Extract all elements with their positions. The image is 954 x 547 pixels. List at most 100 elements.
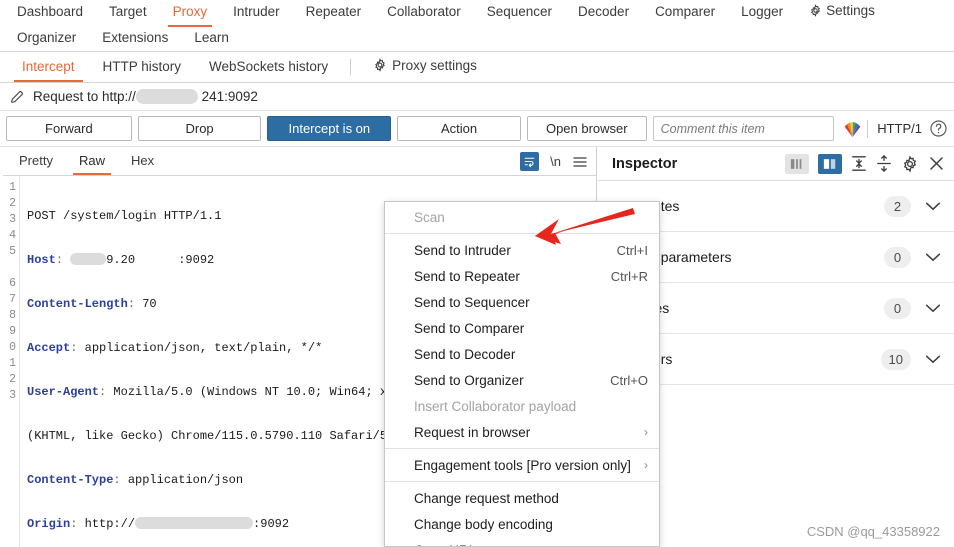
menu-item-send-to-decoder[interactable]: Send to Decoder	[385, 341, 659, 367]
main-tab-target[interactable]: Target	[96, 0, 160, 26]
main-tab-repeater[interactable]: Repeater	[293, 0, 375, 26]
layout-split-panel-icon[interactable]	[818, 153, 842, 174]
main-tab-label: Sequencer	[486, 4, 553, 19]
menu-item-copy-url[interactable]: Copy URL	[385, 537, 659, 547]
redacted-host	[135, 89, 198, 105]
menu-item-scan: Scan	[414, 209, 445, 225]
hamburger-menu-icon[interactable]	[572, 155, 588, 169]
main-tab-comparer[interactable]: Comparer	[642, 0, 728, 26]
inspector-tool-buttons	[785, 153, 945, 174]
rainbow-fan-icon[interactable]	[842, 119, 863, 138]
proxy-sub-tab-bar: Intercept HTTP history WebSockets histor…	[0, 52, 954, 83]
main-tab-label: Collaborator	[387, 4, 461, 19]
main-tab-settings[interactable]: Settings	[796, 0, 888, 27]
open-browser-button[interactable]: Open browser	[526, 116, 647, 141]
forward-button[interactable]: Forward	[6, 116, 132, 141]
inspector-row-count: 0	[884, 297, 911, 319]
main-tab-dashboard[interactable]: Dashboard	[4, 0, 96, 26]
menu-item-request-in-browser[interactable]: Request in browser ›	[385, 419, 659, 445]
layout-side-panel-icon[interactable]	[785, 153, 809, 174]
inspector-row-count: 10	[880, 348, 911, 370]
menu-item-send-to-comparer[interactable]: Send to Comparer	[385, 315, 659, 341]
main-tab-label: Comparer	[655, 4, 716, 19]
newline-glyph-icon[interactable]: \n	[550, 154, 561, 169]
main-tab-intruder[interactable]: Intruder	[220, 0, 293, 26]
collapse-all-icon[interactable]	[851, 155, 867, 172]
editor-tool-icons: \n	[520, 147, 588, 176]
help-circle-icon[interactable]	[929, 119, 948, 138]
menu-item-change-request-method[interactable]: Change request method	[385, 485, 659, 511]
inspector-title: Inspector	[612, 155, 678, 172]
redacted-origin	[135, 517, 254, 529]
main-tab-label: Dashboard	[17, 4, 84, 19]
menu-item-change-body-encoding[interactable]: Change body encoding	[385, 511, 659, 537]
pencil-icon	[9, 89, 25, 105]
burp-suite-window: Dashboard Target Proxy Intruder Repeater…	[0, 0, 954, 547]
editor-tab-raw[interactable]: Raw	[66, 149, 118, 175]
menu-item-send-to-repeater[interactable]: Send to Repeater Ctrl+R	[385, 263, 659, 289]
sub-tab-label: WebSockets history	[209, 58, 329, 74]
toolbar-divider	[867, 119, 869, 138]
sub-tab-websockets-history[interactable]: WebSockets history	[195, 54, 342, 81]
main-tab-label: Proxy	[172, 4, 208, 19]
intercept-toolbar: Forward Drop Intercept is on Action Open…	[0, 111, 954, 147]
menu-item-send-to-sequencer[interactable]: Send to Sequencer	[385, 289, 659, 315]
close-icon[interactable]	[928, 155, 945, 172]
main-tab-collaborator[interactable]: Collaborator	[374, 0, 474, 26]
editor-tab-hex[interactable]: Hex	[118, 149, 167, 174]
menu-item-insert-collaborator-payload: Insert Collaborator payload	[414, 398, 577, 414]
comment-input[interactable]	[652, 116, 835, 141]
gear-icon	[809, 4, 822, 22]
main-tab-learn[interactable]: Learn	[181, 26, 242, 52]
menu-separator	[385, 481, 659, 482]
drop-button[interactable]: Drop	[137, 116, 262, 141]
inspector-row-count: 2	[884, 195, 911, 217]
main-tab-row-1: Dashboard Target Proxy Intruder Repeater…	[0, 0, 954, 27]
sub-tab-divider	[350, 59, 352, 75]
main-tab-label: Decoder	[578, 4, 630, 19]
redacted-ip-part	[70, 253, 107, 265]
request-title-suffix: 241:9092	[201, 88, 258, 104]
menu-separator	[385, 448, 659, 449]
main-tab-label: Settings	[826, 3, 875, 18]
chevron-down-icon[interactable]	[924, 353, 942, 365]
sub-tab-intercept[interactable]: Intercept	[8, 54, 89, 82]
main-tab-logger[interactable]: Logger	[728, 0, 796, 26]
chevron-down-icon[interactable]	[924, 251, 942, 263]
intercept-toggle-button[interactable]: Intercept is on	[267, 116, 392, 141]
line-number-gutter: 1 2 3 4 5 6 7 8 9 0 1 2 3	[0, 176, 20, 547]
sub-tab-label: Proxy settings	[392, 57, 477, 73]
gear-icon[interactable]	[901, 154, 919, 173]
menu-item-send-to-intruder[interactable]: Send to Intruder Ctrl+I	[385, 237, 659, 263]
action-button[interactable]: Action	[397, 116, 521, 141]
menu-item-engagement-tools[interactable]: Engagement tools [Pro version only] ›	[385, 452, 659, 478]
main-tab-label: Target	[109, 4, 147, 19]
editor-view-tabs: Pretty Raw Hex \n	[0, 147, 596, 176]
main-tab-sequencer[interactable]: Sequencer	[474, 0, 565, 26]
main-tab-label: Extensions	[102, 30, 169, 45]
expand-all-icon[interactable]	[876, 155, 892, 172]
menu-separator	[385, 233, 659, 234]
gear-icon	[373, 57, 387, 75]
watermark-text: CSDN @qq_43358922	[806, 524, 940, 539]
main-tab-extensions[interactable]: Extensions	[89, 26, 181, 52]
editor-tab-label: Pretty	[19, 152, 53, 168]
main-tab-row-2: Organizer Extensions Learn	[0, 26, 954, 52]
chevron-down-icon[interactable]	[924, 200, 942, 212]
left-edge-strip	[0, 147, 3, 547]
editor-tab-label: Raw	[78, 152, 105, 168]
inspector-row-count: 0	[884, 246, 911, 268]
sub-tab-http-history[interactable]: HTTP history	[89, 54, 196, 81]
context-menu[interactable]: Scan Send to Intruder Ctrl+I Send to Repe…	[384, 201, 660, 547]
editor-tab-pretty[interactable]: Pretty	[6, 149, 66, 174]
request-title-prefix: Request to http://	[33, 88, 136, 104]
word-wrap-icon[interactable]	[520, 152, 540, 171]
inspector-header: Inspector	[598, 147, 954, 181]
menu-item-send-to-organizer[interactable]: Send to Organizer Ctrl+O	[385, 367, 659, 393]
main-tab-label: Logger	[741, 4, 784, 19]
chevron-down-icon[interactable]	[924, 302, 942, 314]
main-tab-decoder[interactable]: Decoder	[565, 0, 642, 26]
main-tab-organizer[interactable]: Organizer	[4, 26, 89, 52]
main-tab-proxy[interactable]: Proxy	[160, 0, 221, 27]
sub-tab-proxy-settings[interactable]: Proxy settings	[359, 53, 491, 82]
